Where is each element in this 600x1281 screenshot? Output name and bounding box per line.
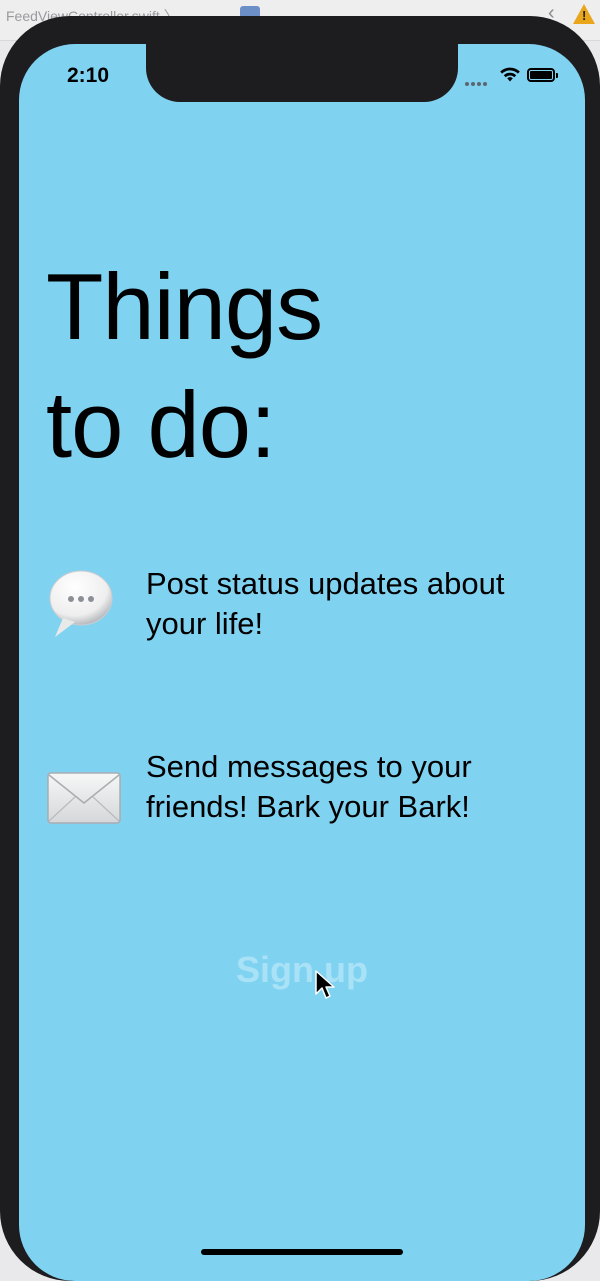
status-indicators — [465, 67, 565, 86]
envelope-icon — [47, 772, 121, 824]
warning-icon[interactable] — [573, 4, 595, 24]
page-title: Things to do: — [46, 248, 323, 484]
wifi-icon — [500, 67, 520, 82]
sign-up-button[interactable]: Sign up — [19, 949, 585, 991]
feature-text: Post status updates about your life! — [146, 566, 505, 641]
status-time: 2:10 — [67, 64, 110, 87]
home-indicator[interactable] — [201, 1249, 403, 1255]
title-line-2: to do: — [46, 372, 276, 477]
mouse-pointer-icon — [315, 970, 335, 999]
title-line-1: Things — [46, 254, 323, 359]
device-notch — [146, 44, 458, 102]
feature-text: Send messages to your friends! Bark your… — [146, 749, 472, 824]
battery-icon — [527, 68, 558, 82]
app-screen: 2:10 Things to do: Post status updates a… — [19, 44, 585, 1281]
speech-bubble-icon — [49, 570, 113, 637]
iphone-device-frame: 2:10 Things to do: Post status updates a… — [0, 16, 600, 1281]
cellular-signal-icon — [465, 73, 489, 91]
